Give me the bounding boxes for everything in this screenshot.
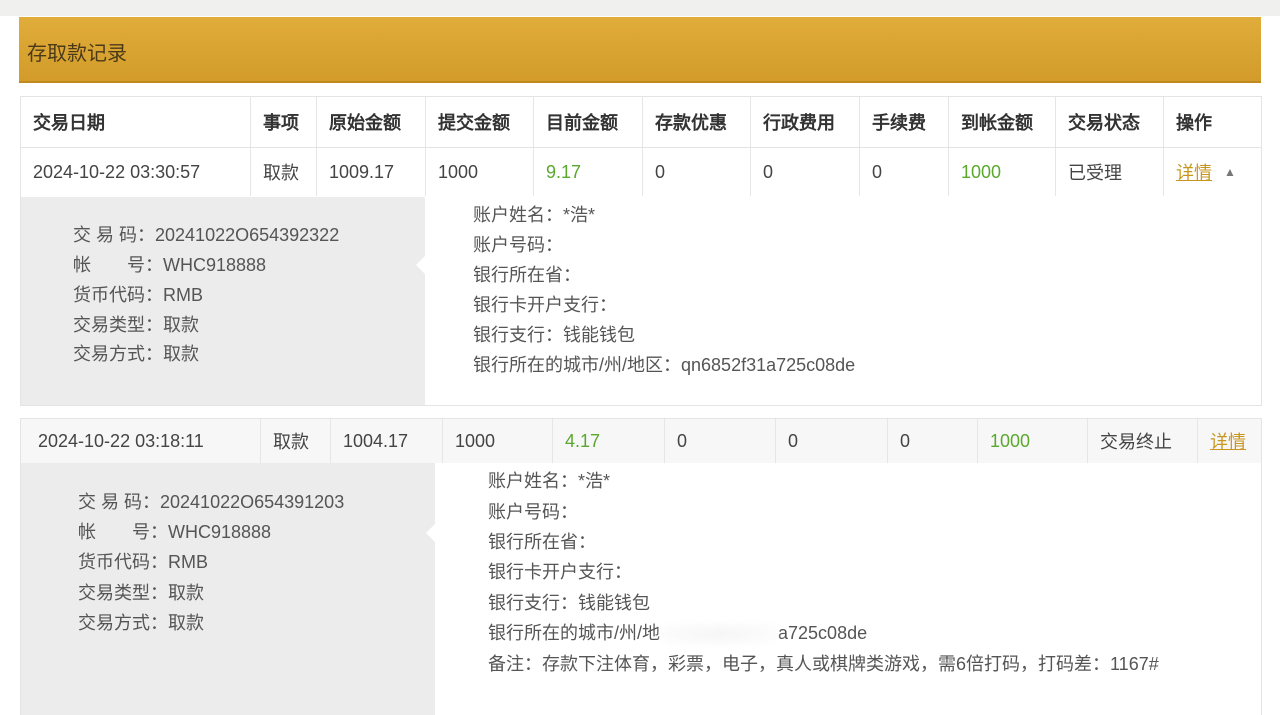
details-link[interactable]: 详情 <box>1176 159 1212 185</box>
detail-bank-branch-open: 银行卡开户支行： <box>473 295 617 315</box>
top-strip <box>0 0 1280 16</box>
cell-status: 已受理 <box>1056 148 1164 196</box>
detail-bank-city: 银行所在的城市/州/地 a725c08de <box>488 619 867 646</box>
col-header-current: 目前金额 <box>534 97 643 147</box>
cell-original: 1004.17 <box>331 419 443 463</box>
cell-action: 详情 ▲ <box>1164 148 1261 196</box>
detail-trade-type: 交易类型：取款 <box>73 315 199 335</box>
cell-submitted: 1000 <box>426 148 534 196</box>
detail-left-pane: 交 易 码：20241022O654391203 帐 号：WHC918888 货… <box>21 463 436 715</box>
detail-account-number: 账户号码： <box>488 502 578 522</box>
caret-up-icon[interactable]: ▲ <box>1224 165 1236 179</box>
detail-account-name: 账户姓名：*浩* <box>473 205 596 225</box>
cell-action: 详情 <box>1198 419 1261 463</box>
col-header-status: 交易状态 <box>1056 97 1164 147</box>
cell-bonus: 0 <box>665 419 776 463</box>
col-header-received: 到帐金额 <box>949 97 1056 147</box>
cell-bonus: 0 <box>643 148 751 196</box>
detail-trade-method: 交易方式：取款 <box>73 344 199 364</box>
detail-trade-type: 交易类型：取款 <box>78 583 204 603</box>
detail-remark: 备注：存款下注体育，彩票，电子，真人或棋牌类游戏，需6倍打码，打码差：1167# <box>488 654 1159 674</box>
cell-current: 4.17 <box>553 419 665 463</box>
table-row[interactable]: 2024-10-22 03:30:57 取款 1009.17 1000 9.17… <box>21 148 1261 196</box>
detail-bank-branch: 银行支行：钱能钱包 <box>473 325 635 345</box>
records-table-panel-continued: 2024-10-22 03:18:11 取款 1004.17 1000 4.17… <box>20 418 1262 715</box>
cell-submitted: 1000 <box>443 419 553 463</box>
cell-date: 2024-10-22 03:18:11 <box>21 419 261 463</box>
cell-original: 1009.17 <box>317 148 426 196</box>
cell-fee: 0 <box>888 419 978 463</box>
col-header-fee: 手续费 <box>860 97 949 147</box>
detail-trade-code: 交 易 码：20241022O654391203 <box>78 492 345 512</box>
table-row[interactable]: 2024-10-22 03:18:11 取款 1004.17 1000 4.17… <box>21 419 1261 463</box>
detail-currency: 货币代码：RMB <box>78 552 208 572</box>
col-header-original: 原始金额 <box>317 97 426 147</box>
cell-status: 交易终止 <box>1088 419 1198 463</box>
detail-trade-code: 交 易 码：20241022O654392322 <box>73 225 340 245</box>
record-detail: 交 易 码：20241022O654392322 帐 号：WHC918888 货… <box>21 197 1261 405</box>
cell-current: 9.17 <box>534 148 643 196</box>
detail-left-pane: 交 易 码：20241022O654392322 帐 号：WHC918888 货… <box>21 197 426 405</box>
record-detail: 交 易 码：20241022O654391203 帐 号：WHC918888 货… <box>21 463 1261 715</box>
cell-received: 1000 <box>978 419 1088 463</box>
col-header-admin-fee: 行政费用 <box>751 97 860 147</box>
details-link[interactable]: 详情 <box>1210 428 1246 454</box>
col-header-item: 事项 <box>251 97 317 147</box>
cell-received: 1000 <box>949 148 1056 196</box>
cell-item: 取款 <box>261 419 331 463</box>
cell-item: 取款 <box>251 148 317 196</box>
cell-admin-fee: 0 <box>751 148 860 196</box>
redaction-blur <box>660 623 779 646</box>
detail-account: 帐 号：WHC918888 <box>73 255 267 275</box>
detail-bank-province: 银行所在省： <box>488 532 596 552</box>
col-header-bonus: 存款优惠 <box>643 97 751 147</box>
detail-bank-city: 银行所在的城市/州/地区：qn6852f31a725c08de <box>473 355 856 375</box>
records-table-panel: 交易日期 事项 原始金额 提交金额 目前金额 存款优惠 行政费用 手续费 到帐金… <box>20 96 1262 406</box>
cell-fee: 0 <box>860 148 949 196</box>
detail-account-name: 账户姓名：*浩* <box>488 471 611 491</box>
detail-bank-province: 银行所在省： <box>473 265 581 285</box>
table-header-row: 交易日期 事项 原始金额 提交金额 目前金额 存款优惠 行政费用 手续费 到帐金… <box>21 97 1261 148</box>
detail-bank-branch: 银行支行：钱能钱包 <box>488 593 650 613</box>
detail-right-pane: 账户姓名：*浩* 账户号码： 银行所在省： 银行卡开户支行： 银行支行：钱能钱包… <box>435 463 1261 715</box>
cell-date: 2024-10-22 03:30:57 <box>21 148 251 196</box>
detail-account-number: 账户号码： <box>473 235 563 255</box>
col-header-submitted: 提交金额 <box>426 97 534 147</box>
col-header-action: 操作 <box>1176 113 1212 133</box>
page-title: 存取款记录 <box>27 43 127 65</box>
cell-admin-fee: 0 <box>776 419 888 463</box>
section-header: 存取款记录 <box>19 17 1261 83</box>
detail-currency: 货币代码：RMB <box>73 285 203 305</box>
detail-bank-branch-open: 银行卡开户支行： <box>488 562 632 582</box>
col-header-date: 交易日期 <box>21 97 251 147</box>
detail-trade-method: 交易方式：取款 <box>78 613 204 633</box>
detail-account: 帐 号：WHC918888 <box>78 522 272 542</box>
detail-right-pane: 账户姓名：*浩* 账户号码： 银行所在省： 银行卡开户支行： 银行支行：钱能钱包… <box>425 197 1261 405</box>
